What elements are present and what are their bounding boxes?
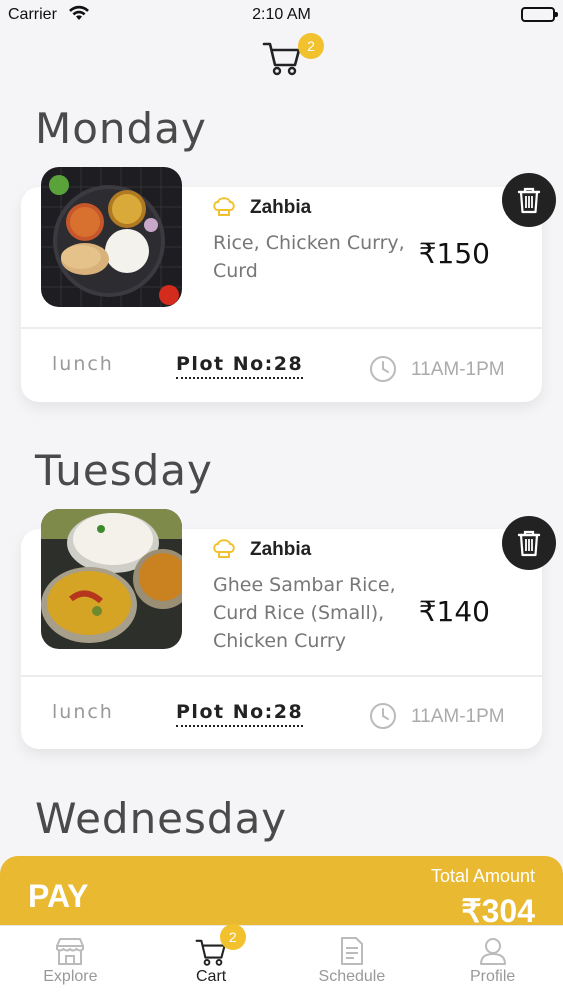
day-heading-monday: Monday	[35, 104, 207, 153]
cart-icon	[262, 42, 301, 76]
trash-icon	[517, 187, 541, 214]
delete-order-button[interactable]	[502, 173, 556, 227]
pay-button[interactable]: PAY	[28, 878, 88, 915]
meal-type: lunch	[52, 701, 114, 723]
tab-label: Cart	[196, 968, 227, 985]
document-icon	[339, 936, 365, 970]
tab-cart[interactable]: 2 Cart	[141, 924, 282, 1000]
user-icon	[478, 936, 508, 970]
status-bar: Carrier 2:10 AM	[0, 0, 563, 30]
pay-bar[interactable]: PAY Total Amount ₹304	[0, 856, 563, 936]
food-image	[41, 167, 182, 307]
price: ₹140	[418, 595, 490, 628]
food-image	[41, 509, 182, 649]
divider	[21, 675, 542, 677]
divider	[21, 327, 542, 329]
total-amount-label: Total Amount	[430, 866, 535, 886]
meal-item-line: Curd Rice (Small),	[213, 602, 385, 624]
trash-icon	[517, 530, 541, 557]
meal-item-line: Chicken Curry	[213, 630, 346, 652]
chef-hat-icon	[212, 196, 236, 222]
cart-tab-badge: 2	[219, 924, 246, 950]
tab-profile[interactable]: Profile	[422, 926, 563, 1000]
header-cart-button[interactable]: 2	[262, 33, 324, 78]
clock-icon	[369, 702, 397, 734]
tab-label: Profile	[469, 968, 516, 985]
vendor-name: Zahbia	[250, 197, 312, 218]
tab-label: Schedule	[318, 968, 386, 985]
status-time: 2:10 AM	[252, 6, 311, 23]
clock-icon	[369, 355, 397, 387]
order-card-tuesday[interactable]: Zahbia Ghee Sambar Rice, Curd Rice (Smal…	[21, 509, 542, 749]
cart-count-badge: 2	[298, 33, 324, 59]
meal-item-line: Rice, Chicken Curry,	[213, 232, 405, 254]
chef-hat-icon	[212, 538, 236, 564]
delete-order-button[interactable]	[502, 516, 556, 570]
meal-item-line: Curd	[213, 260, 258, 282]
tab-bar: Explore 2 Cart Schedule Profile	[0, 924, 563, 1000]
delivery-address[interactable]: Plot No:28	[176, 701, 304, 727]
store-icon	[54, 936, 86, 970]
day-heading-wednesday: Wednesday	[35, 794, 288, 843]
delivery-address[interactable]: Plot No:28	[176, 353, 304, 379]
day-heading-tuesday: Tuesday	[35, 446, 213, 495]
tab-schedule[interactable]: Schedule	[282, 926, 423, 1000]
meal-item-line: Ghee Sambar Rice,	[213, 574, 396, 596]
vendor-name: Zahbia	[250, 539, 312, 560]
order-card-monday[interactable]: Zahbia Rice, Chicken Curry, Curd ₹150 lu…	[21, 167, 542, 402]
price: ₹150	[418, 237, 490, 270]
tab-explore[interactable]: Explore	[0, 926, 141, 1000]
battery-icon	[521, 7, 558, 22]
meal-type: lunch	[52, 353, 114, 375]
time-slot: 11AM-1PM	[411, 359, 505, 380]
tab-label: Explore	[43, 968, 98, 985]
meal-items: Rice, Chicken Curry, Curd	[213, 229, 413, 285]
time-slot: 11AM-1PM	[411, 706, 505, 727]
meal-items: Ghee Sambar Rice, Curd Rice (Small), Chi…	[213, 571, 413, 655]
